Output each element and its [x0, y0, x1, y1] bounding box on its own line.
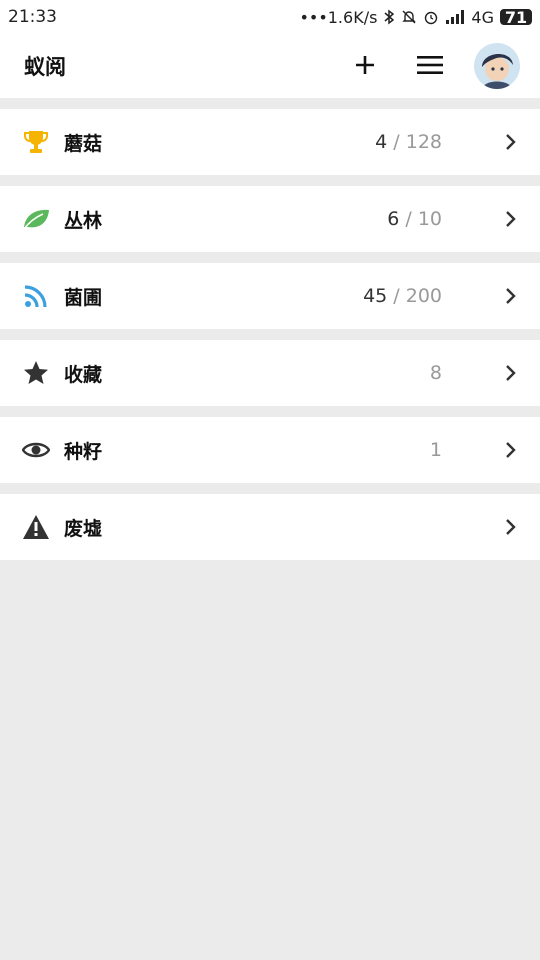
list-item-fungus-garden[interactable]: 菌圃 45 / 200	[0, 263, 540, 329]
hamburger-icon	[417, 56, 443, 74]
chevron-right-icon	[505, 209, 521, 229]
bluetooth-icon	[384, 9, 395, 25]
item-count: 6 / 10	[387, 208, 442, 230]
item-label: 蘑菇	[64, 132, 103, 155]
rss-icon	[22, 282, 50, 310]
alarm-icon	[425, 11, 438, 25]
count-total: 128	[405, 131, 442, 153]
category-list: 蘑菇 4 / 128 丛林 6 / 10 菌圃 45 / 200 收藏 8 种籽…	[0, 98, 540, 560]
count-value: 45	[363, 285, 388, 307]
item-label: 丛林	[64, 209, 103, 232]
count-value: 4	[375, 131, 388, 153]
status-icons: •••1.6K/s 4G 71	[299, 8, 532, 27]
user-avatar-icon	[474, 43, 520, 89]
list-item-favorites[interactable]: 收藏 8	[0, 340, 540, 406]
item-label: 种籽	[64, 440, 103, 463]
list-item-mushroom[interactable]: 蘑菇 4 / 128	[0, 109, 540, 175]
leaf-icon	[22, 205, 50, 233]
mute-icon	[402, 10, 417, 24]
count-separator: /	[387, 285, 406, 307]
list-item-jungle[interactable]: 丛林 6 / 10	[0, 186, 540, 252]
warning-icon	[22, 513, 50, 541]
status-bar: 21:33 •••1.6K/s 4G 71	[0, 0, 540, 34]
item-count: 45 / 200	[363, 285, 442, 307]
count-value: 1	[429, 439, 442, 461]
item-label: 收藏	[64, 363, 103, 386]
chevron-right-icon	[505, 363, 521, 383]
list-item-seeds[interactable]: 种籽 1	[0, 417, 540, 483]
count-value: 8	[429, 362, 442, 384]
star-icon	[22, 359, 50, 387]
item-count: 1	[430, 439, 442, 461]
net-speed: •••1.6K/s	[299, 7, 378, 27]
plus-icon	[356, 56, 374, 74]
eye-icon	[22, 436, 50, 464]
chevron-right-icon	[505, 517, 521, 537]
battery-indicator: 71	[500, 8, 532, 27]
chevron-right-icon	[505, 132, 521, 152]
count-total: 10	[417, 208, 442, 230]
avatar[interactable]	[474, 43, 520, 89]
app-title: 蚁阅	[24, 55, 66, 79]
menu-button[interactable]	[413, 48, 447, 82]
signal-icon	[446, 10, 465, 24]
status-time: 21:33	[8, 7, 57, 27]
item-count: 4 / 128	[375, 131, 442, 153]
app-header: 蚁阅	[0, 34, 540, 98]
network-type: 4G	[471, 7, 494, 27]
item-label: 废墟	[64, 517, 103, 540]
count-total: 200	[405, 285, 442, 307]
add-button[interactable]	[348, 48, 382, 82]
chevron-right-icon	[505, 440, 521, 460]
list-item-ruins[interactable]: 废墟	[0, 494, 540, 560]
count-separator: /	[387, 131, 406, 153]
count-value: 6	[387, 208, 400, 230]
count-separator: /	[399, 208, 418, 230]
item-count: 8	[430, 362, 442, 384]
trophy-icon	[22, 128, 50, 156]
chevron-right-icon	[505, 286, 521, 306]
item-label: 菌圃	[64, 286, 103, 309]
